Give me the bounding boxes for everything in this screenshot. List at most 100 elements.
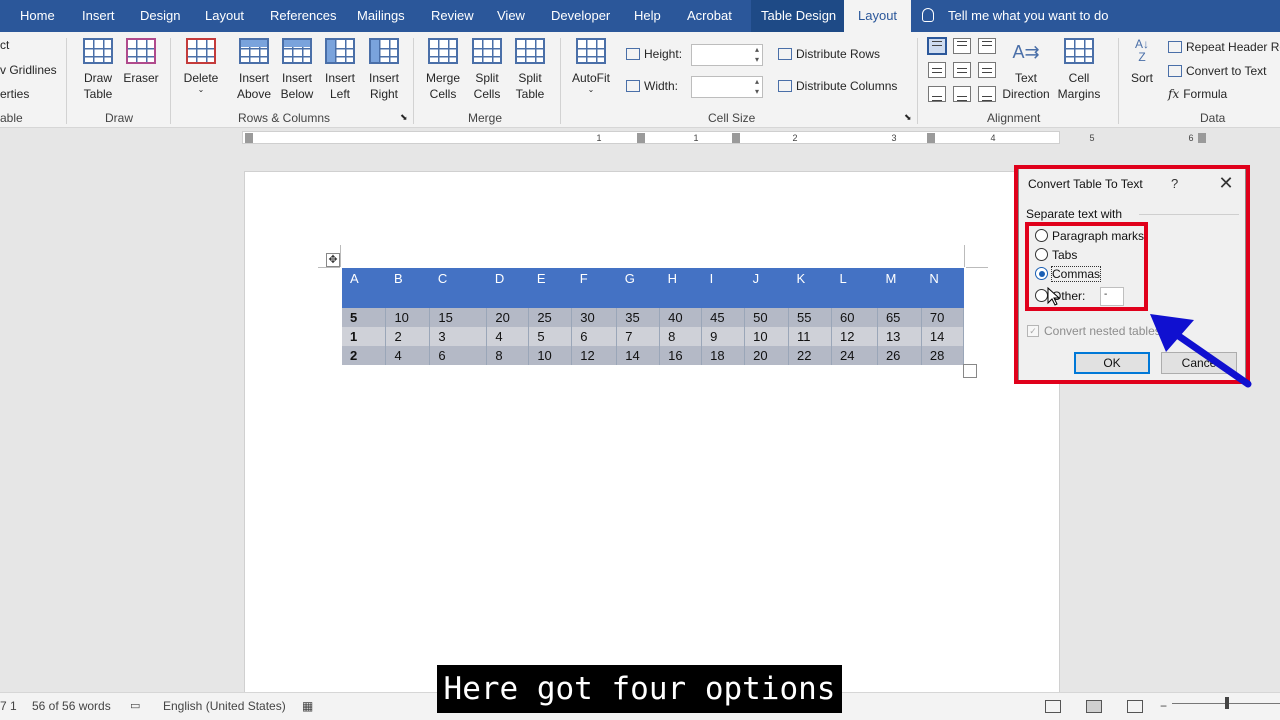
table-header-cell[interactable]: E — [528, 268, 572, 289]
tab-design[interactable]: Design — [140, 0, 180, 32]
eraser-button[interactable]: Eraser — [120, 38, 162, 86]
table-header-cell[interactable]: J — [744, 268, 789, 289]
language[interactable]: English (United States) — [163, 699, 286, 713]
table-cell[interactable]: 14 — [921, 327, 965, 346]
tell-me-search[interactable]: Tell me what you want to do — [922, 0, 1108, 32]
table-cell[interactable]: 16 — [659, 346, 703, 365]
table-cell[interactable]: 45 — [701, 308, 746, 327]
word-count[interactable]: 56 of 56 words — [32, 699, 111, 713]
table-header-cell[interactable]: G — [616, 268, 660, 289]
tab-acrobat[interactable]: Acrobat — [687, 0, 732, 32]
table-cell[interactable]: 26 — [877, 346, 922, 365]
text-direction-button[interactable]: A⇉ Text Direction — [1000, 38, 1052, 102]
table-cell[interactable]: 5 — [528, 327, 573, 346]
macro-recording-icon[interactable]: ▦ — [302, 699, 313, 713]
tab-mailings[interactable]: Mailings — [357, 0, 405, 32]
ruler-marker[interactable] — [732, 133, 740, 143]
zoom-slider-handle[interactable] — [1225, 697, 1229, 709]
table-header-cell[interactable]: K — [788, 268, 832, 289]
table-cell[interactable]: 12 — [831, 327, 878, 346]
table-cell[interactable]: 50 — [744, 308, 790, 327]
split-cells-button[interactable]: Split Cells — [466, 38, 508, 102]
properties-button[interactable]: erties — [0, 87, 29, 101]
table-cell[interactable]: 12 — [571, 346, 618, 365]
table-cell[interactable]: 5 — [342, 308, 387, 327]
table-cell[interactable]: 11 — [788, 327, 832, 346]
web-layout-icon[interactable] — [1127, 700, 1143, 713]
dialog-launcher-icon[interactable]: ⬊ — [904, 112, 912, 123]
word-table[interactable]: A B C D E F G H I J K L M N 5 10 15 20 25 30 35 40 45 50 55 60 65 7… — [342, 268, 965, 365]
table-header-cell[interactable]: B — [385, 268, 430, 289]
autofit-button[interactable]: AutoFit ⌄ — [568, 38, 614, 94]
table-header-cell[interactable]: C — [429, 268, 487, 289]
tab-review[interactable]: Review — [431, 0, 474, 32]
table-cell[interactable]: 13 — [877, 327, 922, 346]
align-top-left-button[interactable] — [927, 37, 947, 55]
cell-margins-button[interactable]: Cell Margins — [1054, 38, 1104, 102]
insert-below-button[interactable]: Insert Below — [276, 38, 318, 102]
table-cell[interactable]: 15 — [429, 308, 488, 327]
insert-left-button[interactable]: Insert Left — [320, 38, 360, 102]
tab-table-design[interactable]: Table Design — [751, 0, 847, 32]
page-count[interactable]: 7 1 — [0, 699, 17, 713]
tab-home[interactable]: Home — [20, 0, 55, 32]
table-cell[interactable]: 2 — [342, 346, 387, 365]
repeat-header-rows-button[interactable]: Repeat Header Ro — [1168, 40, 1280, 54]
table-cell[interactable]: 55 — [788, 308, 832, 327]
insert-right-button[interactable]: Insert Right — [363, 38, 405, 102]
proofing-icon[interactable]: ▭ — [130, 699, 140, 712]
tab-view[interactable]: View — [497, 0, 525, 32]
table-cell[interactable]: 6 — [571, 327, 618, 346]
table-header-cell[interactable]: F — [571, 268, 617, 289]
table-cell[interactable]: 4 — [385, 346, 431, 365]
table-cell[interactable]: 6 — [429, 346, 488, 365]
table-header-cell[interactable]: I — [701, 268, 745, 289]
table-blank-cell[interactable] — [342, 289, 964, 308]
align-bottom-right-button[interactable] — [978, 86, 996, 102]
insert-above-button[interactable]: Insert Above — [232, 38, 276, 102]
table-cell[interactable]: 70 — [921, 308, 965, 327]
merge-cells-button[interactable]: Merge Cells — [422, 38, 464, 102]
sort-button[interactable]: A↓ Z Sort — [1124, 38, 1160, 86]
table-cell[interactable]: 4 — [486, 327, 530, 346]
table-cell[interactable]: 22 — [788, 346, 832, 365]
height-spinner[interactable] — [691, 44, 763, 66]
delete-button[interactable]: Delete ⌄ — [180, 38, 222, 94]
table-header-cell[interactable]: D — [486, 268, 529, 289]
table-cell[interactable]: 14 — [616, 346, 661, 365]
print-layout-icon[interactable] — [1086, 700, 1102, 713]
tab-developer[interactable]: Developer — [551, 0, 610, 32]
align-bottom-center-button[interactable] — [953, 86, 971, 102]
tab-help[interactable]: Help — [634, 0, 661, 32]
align-center-button[interactable] — [953, 62, 971, 78]
table-cell[interactable]: 3 — [429, 327, 488, 346]
table-cell[interactable]: 18 — [701, 346, 746, 365]
table-cell[interactable]: 8 — [486, 346, 530, 365]
align-center-right-button[interactable] — [978, 62, 996, 78]
table-cell[interactable]: 30 — [571, 308, 618, 327]
table-cell[interactable]: 9 — [701, 327, 746, 346]
table-cell[interactable]: 35 — [616, 308, 661, 327]
table-cell[interactable]: 7 — [616, 327, 661, 346]
split-table-button[interactable]: Split Table — [509, 38, 551, 102]
draw-table-button[interactable]: Draw Table — [76, 38, 120, 102]
ruler-marker[interactable] — [245, 133, 253, 143]
table-cell[interactable]: 20 — [486, 308, 530, 327]
dialog-launcher-icon[interactable]: ⬊ — [400, 112, 408, 123]
read-mode-icon[interactable] — [1045, 700, 1061, 713]
table-header-cell[interactable]: N — [921, 268, 964, 289]
tab-references[interactable]: References — [270, 0, 336, 32]
convert-to-text-button[interactable]: Convert to Text — [1168, 64, 1266, 78]
width-spinner[interactable] — [691, 76, 763, 98]
ruler-marker[interactable] — [927, 133, 935, 143]
table-cell[interactable]: 65 — [877, 308, 922, 327]
horizontal-ruler[interactable]: 1 1 2 3 4 5 6 7 — [242, 131, 1206, 144]
tab-layout[interactable]: Layout — [205, 0, 244, 32]
table-cell[interactable]: 28 — [921, 346, 965, 365]
table-header-cell[interactable]: A — [342, 268, 386, 289]
table-header-cell[interactable]: L — [831, 268, 878, 289]
table-cell[interactable]: 25 — [528, 308, 573, 327]
table-cell[interactable]: 1 — [342, 327, 387, 346]
ruler-marker[interactable] — [1198, 133, 1206, 143]
table-cell[interactable]: 40 — [659, 308, 703, 327]
